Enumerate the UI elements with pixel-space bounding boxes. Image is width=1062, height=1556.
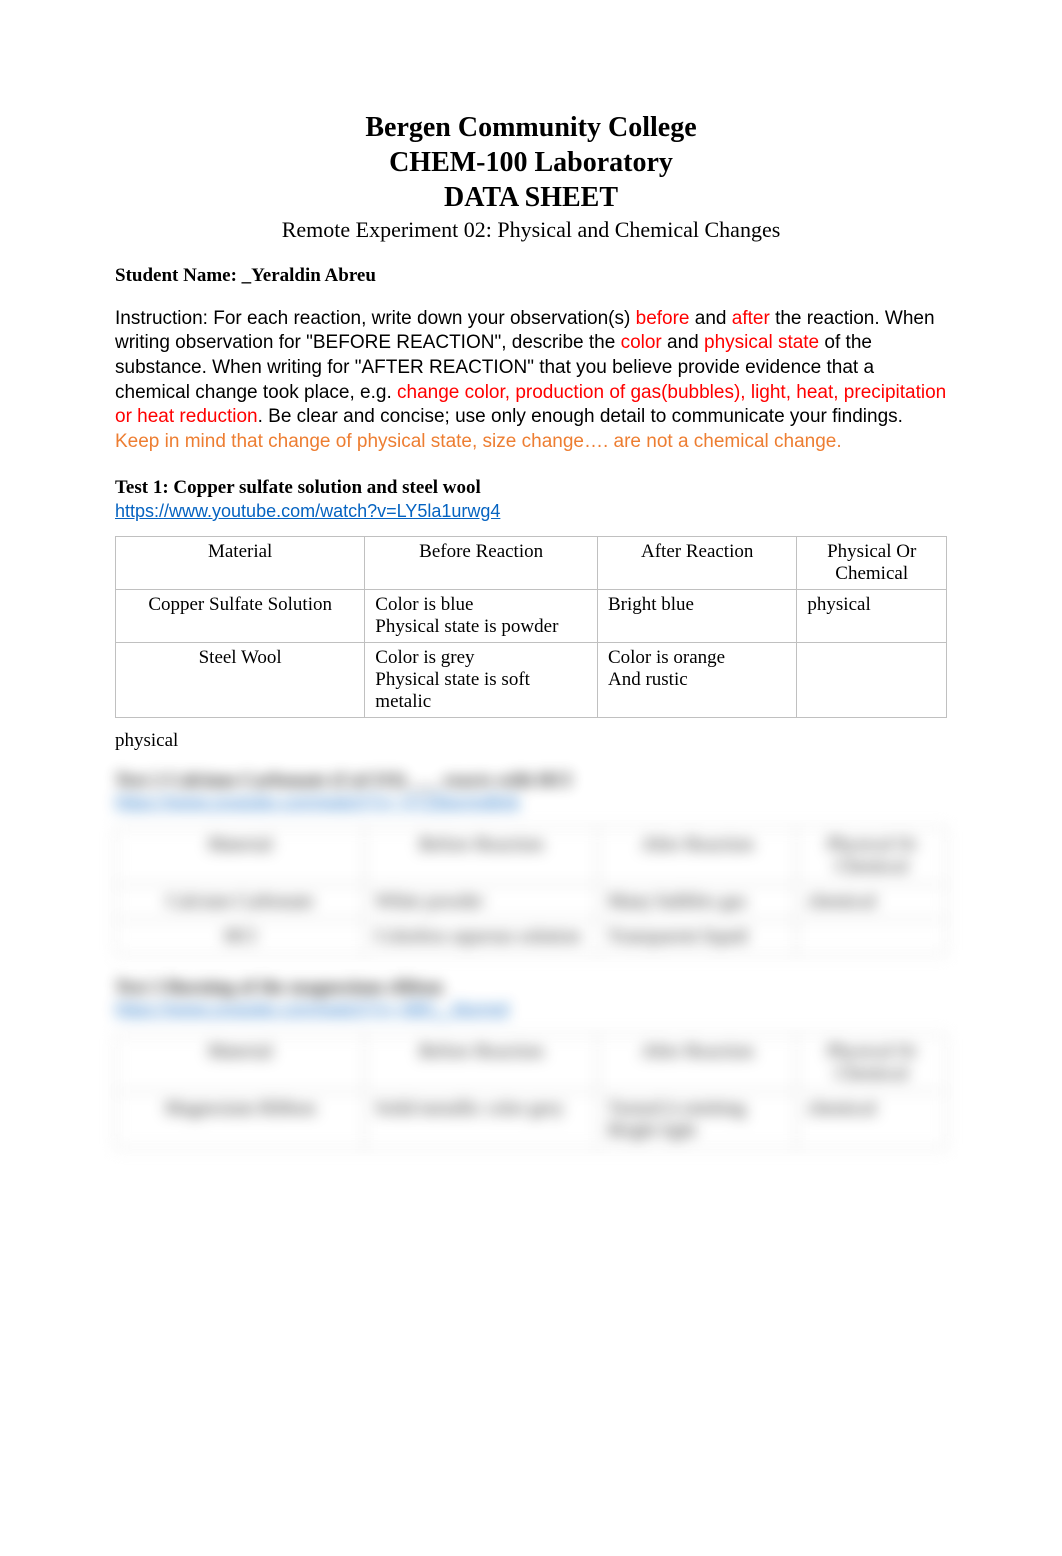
test1-table: Material Before Reaction After Reaction … [115,536,947,718]
instr-text-6: . Be clear and concise; use only enough … [258,406,903,427]
cell-poc: chemical [797,1091,947,1148]
instr-before-word: before [636,308,690,329]
instr-keepmind: Keep in mind that change of physical sta… [115,431,842,452]
instr-after-word: after [732,308,770,329]
obscured-region: Test 2 Calcium Carbonate (CaCO3) ___ rea… [115,770,947,1149]
table-row: Copper Sulfate Solution Color is blue Ph… [116,589,947,642]
col-poc-header: Physical Or Chemical [797,1034,947,1091]
cell-material: HCl [116,919,365,954]
col-material-header: Material [116,536,365,589]
cell-material: Magnesium Ribbon [116,1091,365,1148]
table-header-row: Material Before Reaction After Reaction … [116,536,947,589]
test2-link-obscured: https://www.youtube.com/watch?v= XYZblur… [115,792,947,813]
subtitle: Remote Experiment 02: Physical and Chemi… [115,215,947,245]
cell-after: Transparent liquid [597,919,796,954]
cell-before: Colorless aqueous solution [365,919,598,954]
test3-table-obscured: Material Before Reaction After Reaction … [115,1034,947,1149]
col-poc-header: Physical Or Chemical [797,536,947,589]
col-after-header: After Reaction [597,827,796,884]
cell-after: Turned it emitting Bright light [597,1091,796,1148]
cell-poc [797,642,947,717]
cell-poc [797,919,947,954]
instr-physstate-word: physical state [704,332,819,353]
col-after-header: After Reaction [597,536,796,589]
student-name-line: Student Name: _Yeraldin Abreu [115,265,947,287]
test2-table-obscured: Material Before Reaction After Reaction … [115,827,947,955]
test3-link-obscured: https://www.youtube.com/watch?v= ABC_ bl… [115,999,947,1020]
student-name-value: _Yeraldin Abreu [242,265,376,286]
cell-material: Calcium Carbonate [116,884,365,919]
cell-poc: physical [797,589,947,642]
instr-text-4: and [662,332,704,353]
table-row: Steel Wool Color is grey Physical state … [116,642,947,717]
col-before-header: Before Reaction [365,536,598,589]
cell-material: Copper Sulfate Solution [116,589,365,642]
student-name-label: Student Name: [115,265,242,286]
title-line-1: Bergen Community College [115,110,947,145]
instructions-paragraph: Instruction: For each reaction, write do… [115,307,947,455]
col-before-header: Before Reaction [365,827,598,884]
cell-before: Color is grey Physical state is soft met… [365,642,598,717]
test3-title-obscured: Test 3 Burning of the magnesium ribbon [115,977,947,999]
cell-poc: chemical [797,884,947,919]
instr-color-word: color [621,332,662,353]
title-line-3: DATA SHEET [115,180,947,215]
cell-material: Steel Wool [116,642,365,717]
title-line-2: CHEM-100 Laboratory [115,145,947,180]
cell-after: Bright blue [597,589,796,642]
col-material-header: Material [116,827,365,884]
instr-text-2: and [690,308,732,329]
test1-link[interactable]: https://www.youtube.com/watch?v=LY5la1ur… [115,501,947,522]
cell-after: Many bubbles gas [597,884,796,919]
col-after-header: After Reaction [597,1034,796,1091]
col-poc-header: Physical Or Chemical [797,827,947,884]
col-before-header: Before Reaction [365,1034,598,1091]
test2-title-obscured: Test 2 Calcium Carbonate (CaCO3) ___ rea… [115,770,947,792]
test1-outside-value: physical [115,730,947,752]
title-block: Bergen Community College CHEM-100 Labora… [115,110,947,245]
cell-before: White powder [365,884,598,919]
cell-after: Color is orange And rustic [597,642,796,717]
cell-before: Solid metallic color grey [365,1091,598,1148]
cell-before: Color is blue Physical state is powder [365,589,598,642]
test1-title: Test 1: Copper sulfate solution and stee… [115,477,947,499]
col-material-header: Material [116,1034,365,1091]
instr-text-1: Instruction: For each reaction, write do… [115,308,636,329]
